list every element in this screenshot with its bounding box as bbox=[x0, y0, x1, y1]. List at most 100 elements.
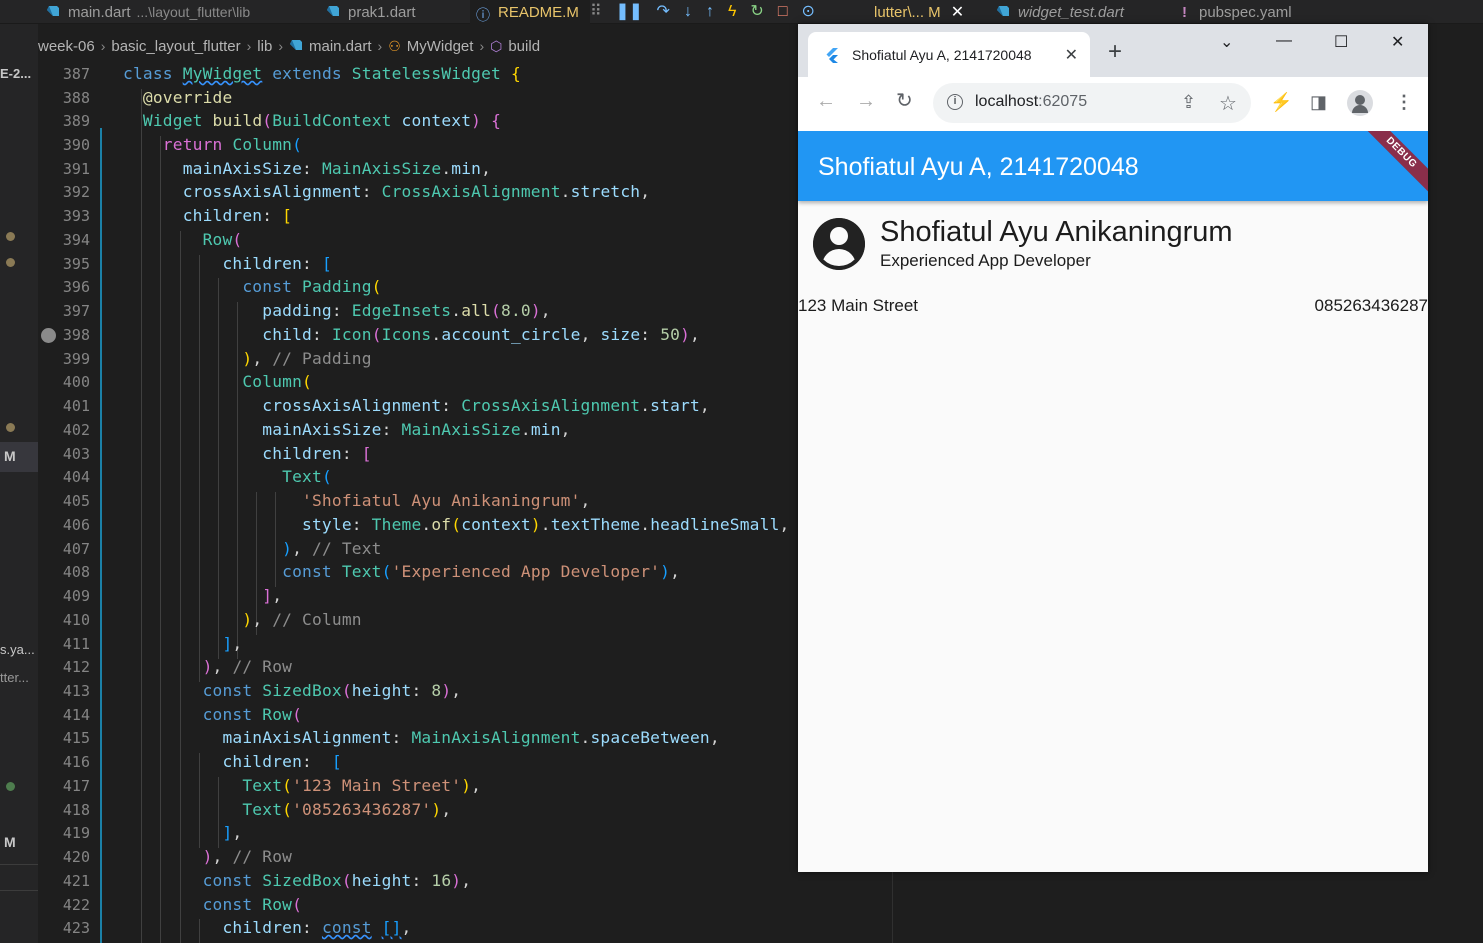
code-line[interactable]: ], bbox=[123, 586, 282, 605]
code-line[interactable]: Row( bbox=[123, 230, 243, 249]
code-line[interactable]: Text('085263436287'), bbox=[123, 800, 451, 819]
back-icon[interactable]: ← bbox=[816, 91, 836, 111]
code-line[interactable]: const Row( bbox=[123, 705, 302, 724]
code-line[interactable]: children: [ bbox=[123, 752, 342, 771]
code-line[interactable]: crossAxisAlignment: CrossAxisAlignment.s… bbox=[123, 396, 710, 415]
breadcrumb-item[interactable]: MyWidget bbox=[407, 38, 474, 55]
menu-icon[interactable]: ⋮ bbox=[1395, 92, 1413, 113]
address-bar[interactable]: i localhost:62075 ⇪ ☆ bbox=[933, 83, 1251, 123]
tab-readme[interactable]: ⓘ README.M bbox=[470, 0, 590, 24]
line-number: 406 bbox=[62, 516, 90, 534]
modified-dot-icon bbox=[6, 258, 15, 267]
code-line[interactable]: Widget build(BuildContext context) { bbox=[123, 111, 501, 130]
code-line[interactable]: const SizedBox(height: 16), bbox=[123, 871, 471, 890]
explorer-item-label[interactable]: E-2... bbox=[0, 66, 31, 81]
code-line[interactable]: const Text('Experienced App Developer'), bbox=[123, 562, 680, 581]
step-out-icon[interactable]: ↑ bbox=[706, 4, 714, 20]
chevron-right-icon: › bbox=[278, 38, 283, 54]
code-line[interactable]: mainAxisAlignment: MainAxisAlignment.spa… bbox=[123, 728, 720, 747]
code-line[interactable]: ), // Row bbox=[123, 847, 292, 866]
minimize-icon[interactable]: — bbox=[1276, 32, 1292, 50]
restart-icon[interactable]: ↻ bbox=[750, 4, 763, 20]
tab-path: ...\layout_flutter\lib bbox=[136, 4, 251, 20]
hot-reload-icon[interactable]: ϟ bbox=[728, 4, 736, 20]
code-line[interactable]: ), // Text bbox=[123, 539, 382, 558]
line-number: 414 bbox=[62, 706, 90, 724]
code-line[interactable]: const SizedBox(height: 8), bbox=[123, 681, 461, 700]
extension-icon[interactable]: ⚡ bbox=[1270, 92, 1292, 113]
share-icon[interactable]: ⇪ bbox=[1181, 92, 1196, 113]
tab-prak1-dart[interactable]: prak1.dart bbox=[320, 0, 450, 24]
account-circle-icon bbox=[41, 328, 56, 343]
avatar-ring bbox=[813, 218, 865, 270]
code-line[interactable]: ], bbox=[123, 634, 242, 653]
explorer-item-label[interactable]: s.ya... bbox=[0, 642, 35, 657]
code-line[interactable]: padding: EdgeInsets.all(8.0), bbox=[123, 301, 551, 320]
line-number: 407 bbox=[62, 540, 90, 558]
line-number: 415 bbox=[62, 729, 90, 747]
pause-icon[interactable]: ❚❚ bbox=[616, 4, 643, 20]
tab-flutter-main[interactable]: lutter\... M ✕ bbox=[868, 0, 980, 24]
code-line[interactable]: @override bbox=[123, 88, 232, 107]
code-line[interactable]: const Row( bbox=[123, 895, 302, 914]
maximize-icon[interactable]: ☐ bbox=[1334, 32, 1348, 52]
stop-icon[interactable]: □ bbox=[778, 4, 788, 20]
breadcrumb-item[interactable]: week-06 bbox=[38, 38, 95, 55]
close-icon[interactable]: ✕ bbox=[951, 2, 964, 22]
url-port: :62075 bbox=[1038, 93, 1088, 110]
line-number: 404 bbox=[62, 468, 90, 486]
new-tab-icon[interactable]: + bbox=[1108, 40, 1122, 64]
breadcrumb-item[interactable]: main.dart bbox=[309, 38, 372, 55]
divider bbox=[0, 890, 38, 891]
code-line[interactable]: crossAxisAlignment: CrossAxisAlignment.s… bbox=[123, 182, 650, 201]
url-text[interactable]: localhost:62075 bbox=[975, 93, 1087, 111]
code-line[interactable]: Text('123 Main Street'), bbox=[123, 776, 481, 795]
step-into-icon[interactable]: ↓ bbox=[684, 4, 692, 20]
tab-widget-test[interactable]: widget_test.dart bbox=[990, 0, 1158, 24]
breadcrumb-item[interactable]: basic_layout_flutter bbox=[111, 38, 240, 55]
code-line[interactable]: children: [ bbox=[123, 254, 332, 273]
code-line[interactable]: ], bbox=[123, 823, 242, 842]
code-line[interactable]: children: [ bbox=[123, 206, 292, 225]
forward-icon[interactable]: → bbox=[856, 91, 876, 111]
code-line[interactable]: return Column( bbox=[123, 135, 302, 154]
code-line[interactable]: 'Shofiatul Ayu Anikaningrum', bbox=[123, 491, 590, 510]
code-line[interactable]: ), // Row bbox=[123, 657, 292, 676]
breadcrumb-item[interactable]: lib bbox=[257, 38, 272, 55]
step-over-icon[interactable]: ↷ bbox=[657, 4, 670, 20]
close-tab-icon[interactable]: ✕ bbox=[1065, 45, 1078, 65]
code-line[interactable]: style: Theme.of(context).textTheme.headl… bbox=[123, 515, 789, 534]
tab-pubspec[interactable]: ! pubspec.yaml bbox=[1176, 0, 1336, 24]
debug-banner: DEBUG bbox=[1356, 131, 1428, 198]
code-line[interactable]: class MyWidget extends StatelessWidget { bbox=[123, 64, 521, 83]
browser-tab-title: Shofiatul Ayu A, 2141720048 bbox=[852, 46, 1032, 63]
explorer-item-label[interactable]: tter... bbox=[0, 670, 29, 685]
code-line[interactable]: const Padding( bbox=[123, 277, 382, 296]
profile-role: Experienced App Developer bbox=[880, 251, 1091, 270]
close-window-icon[interactable]: ✕ bbox=[1391, 32, 1404, 52]
breadcrumb-item[interactable]: build bbox=[508, 38, 540, 55]
sidepanel-icon[interactable]: ◨ bbox=[1310, 92, 1327, 113]
code-line[interactable]: children: const [], bbox=[123, 918, 412, 937]
code-line[interactable]: mainAxisSize: MainAxisSize.min, bbox=[123, 159, 491, 178]
reload-icon[interactable]: ↻ bbox=[896, 91, 913, 111]
drag-handle-icon[interactable]: ⠿ bbox=[590, 4, 602, 20]
code-line[interactable]: child: Icon(Icons.account_circle, size: … bbox=[123, 325, 700, 344]
code-line[interactable]: Text( bbox=[123, 467, 332, 486]
profile-icon[interactable] bbox=[1347, 90, 1373, 116]
tab-search-icon[interactable]: ⌄ bbox=[1220, 32, 1233, 52]
code-line[interactable]: mainAxisSize: MainAxisSize.min, bbox=[123, 420, 571, 439]
devtools-icon[interactable]: ⊙ bbox=[801, 4, 814, 20]
code-line[interactable]: ), // Padding bbox=[123, 349, 372, 368]
code-line[interactable]: ), // Column bbox=[123, 610, 362, 629]
browser-tab[interactable]: Shofiatul Ayu A, 2141720048 ✕ bbox=[808, 32, 1090, 77]
code-line[interactable]: children: [ bbox=[123, 444, 372, 463]
star-icon[interactable]: ☆ bbox=[1219, 91, 1237, 116]
tab-main-dart[interactable]: main.dart ...\layout_flutter\lib bbox=[40, 0, 310, 24]
site-info-icon[interactable]: i bbox=[947, 94, 963, 110]
line-number: 418 bbox=[62, 801, 90, 819]
code-line[interactable]: Column( bbox=[123, 372, 312, 391]
code-editor[interactable]: 387 388 389 390 391 392 393 394 395 396 … bbox=[38, 60, 892, 943]
line-number: 397 bbox=[62, 302, 90, 320]
dart-icon bbox=[327, 6, 339, 16]
